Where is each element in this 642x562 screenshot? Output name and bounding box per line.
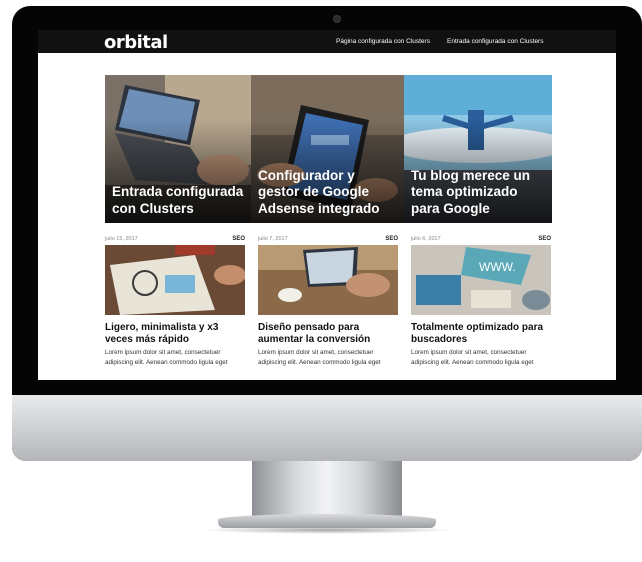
svg-text:WWW.: WWW. — [479, 260, 516, 274]
www-photo: WWW. — [411, 245, 551, 315]
featured-card[interactable]: Entrada configurada con Clusters — [105, 75, 251, 223]
featured-card[interactable]: Tu blog merece un tema optimizado para G… — [404, 75, 552, 223]
post-title[interactable]: Totalmente optimizado para buscadores — [411, 322, 551, 346]
site-header: orbital Página configurada con Clusters … — [38, 30, 616, 53]
post-card[interactable]: julio 15, 2017 SEO Ligero, minimalista y… — [105, 236, 245, 380]
post-date: julio 7, 2017 — [258, 236, 288, 242]
post-date: julio 15, 2017 — [105, 236, 138, 242]
featured-title[interactable]: Tu blog merece un tema optimizado para G… — [411, 168, 549, 218]
monitor-base — [218, 514, 436, 528]
post-title[interactable]: Diseño pensado para aumentar la conversi… — [258, 322, 398, 346]
post-excerpt: Lorem ipsum dolor sit amet, consectetuer… — [258, 349, 381, 366]
post-card[interactable]: julio 6, 2017 SEO WWW. Totalmente optimi… — [411, 236, 551, 380]
featured-title[interactable]: Configurador y gestor de Google Adsense … — [258, 168, 396, 218]
post-card[interactable]: julio 7, 2017 SEO Diseño pensado para au… — [258, 236, 398, 380]
featured-title[interactable]: Entrada configurada con Clusters — [112, 184, 250, 217]
webcam-icon — [334, 16, 340, 22]
post-title[interactable]: Ligero, minimalista y x3 veces más rápid… — [105, 322, 245, 346]
featured-card[interactable]: Configurador y gestor de Google Adsense … — [251, 75, 404, 223]
post-category[interactable]: SEO — [538, 236, 551, 242]
post-category[interactable]: SEO — [385, 236, 398, 242]
nav-link-entry[interactable]: Entrada configurada con Clusters — [447, 38, 543, 45]
post-date: julio 6, 2017 — [411, 236, 441, 242]
sketch-photo — [105, 245, 245, 315]
site-logo[interactable]: orbital — [104, 32, 168, 53]
post-category[interactable]: SEO — [232, 236, 245, 242]
website-screen: orbital Página configurada con Clusters … — [38, 30, 616, 380]
monitor-stand — [252, 461, 402, 517]
nav-link-page[interactable]: Página configurada con Clusters — [336, 38, 430, 45]
desk-photo — [258, 245, 398, 315]
post-excerpt: Lorem ipsum dolor sit amet, consectetuer… — [105, 349, 228, 366]
monitor-chin — [12, 395, 642, 461]
post-excerpt: Lorem ipsum dolor sit amet, consectetuer… — [411, 349, 534, 366]
